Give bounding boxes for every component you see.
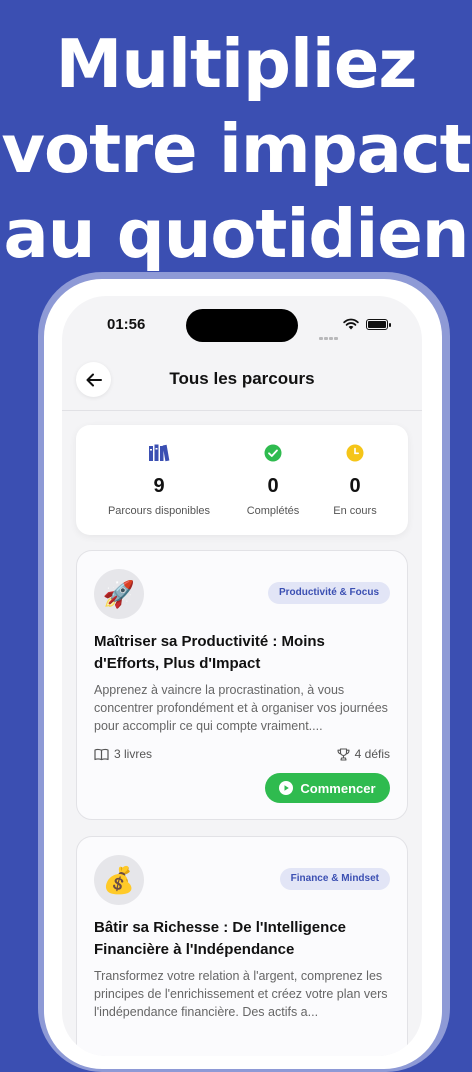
page-title: Tous les parcours [169,369,315,388]
books-count-label: 3 livres [114,747,153,761]
stat-in-progress-value: 0 [349,475,361,497]
headline-line-3: au quotidien [3,195,470,273]
dynamic-island [186,309,298,342]
start-button-label: Commencer [300,780,376,796]
cellular-signal-icon [319,327,339,345]
nav-header: Tous les parcours [62,352,422,411]
stat-completed: 0 Complétés [236,425,310,535]
rocket-icon: 🚀 [94,569,144,619]
status-time: 01:56 [107,316,146,333]
course-title: Bâtir sa Richesse : De l'Intelligence Fi… [94,919,346,958]
stat-available-label: Parcours disponibles [107,505,211,517]
headline-line-1: Multipliez [55,25,418,103]
course-card[interactable]: 🚀 Productivité & Focus Maîtriser sa Prod… [76,550,408,820]
course-title: Maîtriser sa Productivité : Moins d'Effo… [94,633,325,672]
stat-in-progress-label: En cours [333,505,377,517]
challenges-count-label: 4 défis [354,747,390,761]
books-icon [149,444,170,462]
category-tag: Productivité & Focus [267,582,390,604]
stats-summary-card: 9 Parcours disponibles 0 Complétés 0 En … [76,425,408,535]
headline-line-2: votre impact [1,110,471,188]
stat-completed-value: 0 [267,475,279,497]
stat-available-value: 9 [153,475,165,497]
check-circle-icon [264,444,282,462]
phone-screen: 01:56 Tous les parcours 9 Parcours dispo… [62,296,422,1056]
stat-in-progress: 0 En cours [322,425,388,535]
play-circle-icon [279,781,294,795]
course-description: Transformez votre relation à l'argent, c… [94,969,388,1019]
battery-icon [366,319,391,330]
wifi-icon [343,318,359,330]
course-description: Apprenez à vaincre la procrastination, à… [94,683,388,733]
stat-completed-label: Complétés [246,505,300,517]
challenges-count: 4 défis [337,747,390,761]
clock-icon [346,444,364,462]
stat-available: 9 Parcours disponibles [76,425,242,535]
money-bag-icon: 💰 [94,855,144,905]
status-bar: 01:56 [62,296,422,352]
headline: Multipliez votre impact au quotidien [0,22,472,277]
course-card[interactable]: 💰 Finance & Mindset Bâtir sa Richesse : … [76,836,408,1056]
trophy-icon [337,747,350,761]
book-open-icon [94,748,109,760]
start-button[interactable]: Commencer [265,773,390,803]
category-tag: Finance & Mindset [279,868,390,890]
books-count: 3 livres [94,747,152,761]
